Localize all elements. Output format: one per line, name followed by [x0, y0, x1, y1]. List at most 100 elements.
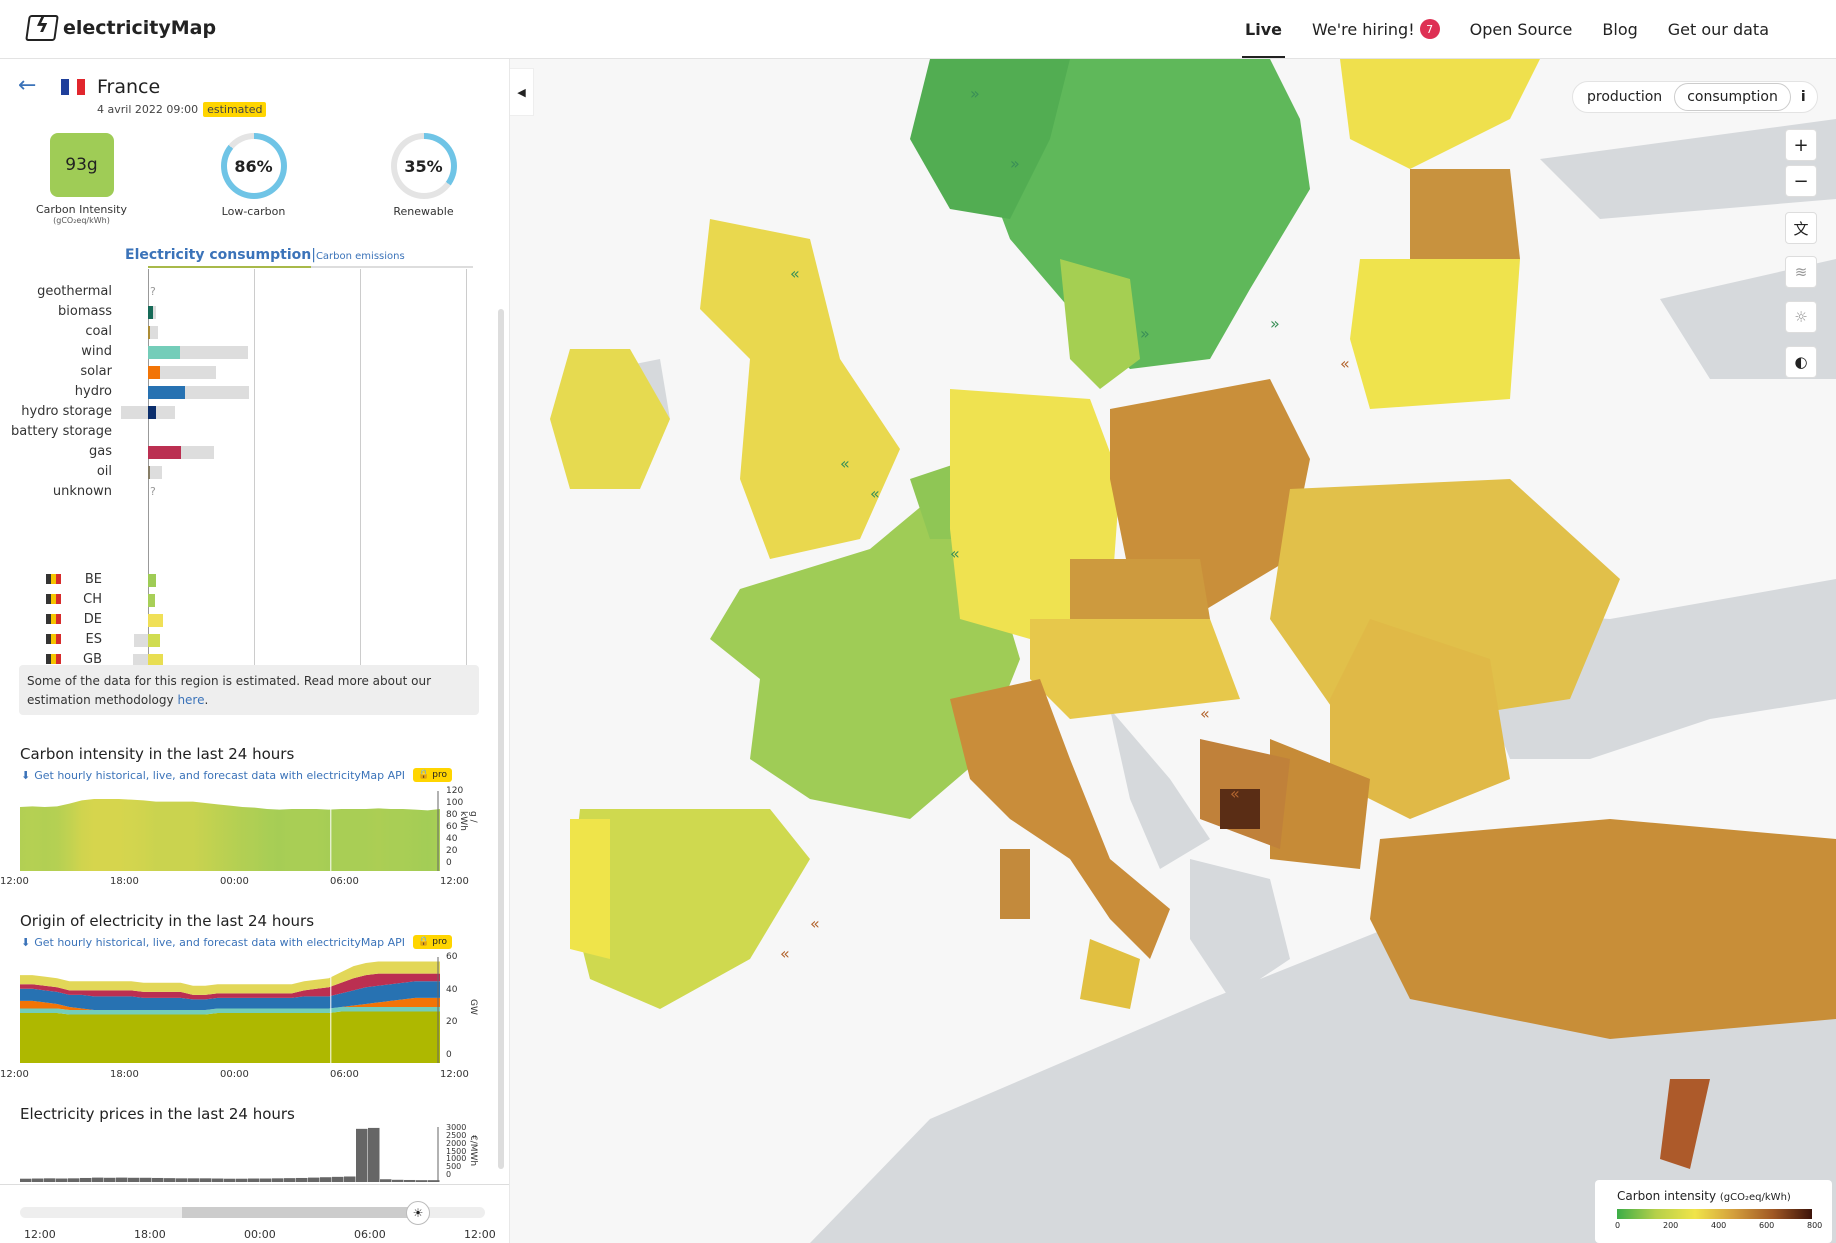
lock-icon: 🔒	[418, 937, 430, 947]
chevron-left-icon: ◀	[517, 85, 526, 99]
estimated-badge: estimated	[203, 102, 267, 117]
download-icon: ⬇	[21, 768, 31, 782]
tab-carbon-emissions[interactable]: Carbon emissions	[316, 251, 405, 262]
legend-tick: 200	[1663, 1221, 1679, 1230]
price-bar	[260, 1178, 272, 1182]
main-nav: Live We're hiring! 7 Open Source Blog Get…	[1230, 0, 1784, 59]
carbon-intensity-unit: g	[86, 155, 98, 175]
zoom-out-button[interactable]: −	[1785, 165, 1817, 197]
carbon-intensity-value: 93	[65, 155, 87, 175]
carbon-api-text: Get hourly historical, live, and forecas…	[34, 768, 406, 782]
price-chart-title: Electricity prices in the last 24 hours	[20, 1105, 295, 1123]
x-tick-label: 12:00	[0, 1069, 29, 1080]
production-row[interactable]: gas	[0, 443, 500, 461]
price-bar	[128, 1177, 140, 1182]
france-flag-icon	[61, 79, 85, 95]
tab-underline	[148, 266, 473, 268]
timeline-label: 12:00	[464, 1228, 496, 1241]
exchange-row[interactable]: CH	[0, 591, 500, 609]
translate-icon: 文	[1793, 219, 1809, 238]
tab-electricity-consumption[interactable]: Electricity consumption	[125, 247, 311, 263]
time-slider-handle-sun-icon[interactable]: ☀	[406, 1201, 430, 1225]
price-y-ticks: 3000 2500 2000 1500 1000 500 0	[446, 1123, 470, 1182]
origin-electricity-chart[interactable]	[20, 957, 440, 1063]
zoom-in-button[interactable]: +	[1785, 129, 1817, 161]
legend-gradient	[1617, 1209, 1812, 1219]
svg-text:«: «	[870, 484, 880, 503]
portugal-region	[570, 819, 610, 959]
capacity-bar	[134, 634, 148, 647]
y-tick-label: 40	[446, 834, 458, 844]
value-bar	[148, 326, 150, 339]
time-slider: ☀ 12:00 18:00 00:00 06:00 12:00	[0, 1184, 509, 1243]
estimation-note-link[interactable]: here	[177, 693, 204, 707]
map-area[interactable]: » » » » « « « « « « « « «	[510, 59, 1836, 1243]
sun-icon: ☼	[1794, 308, 1808, 326]
production-row[interactable]: oil	[0, 463, 500, 481]
price-bar	[284, 1178, 296, 1182]
back-arrow-icon[interactable]: ←	[18, 73, 36, 98]
production-row[interactable]: hydro	[0, 383, 500, 401]
toggle-consumption[interactable]: consumption	[1674, 83, 1791, 111]
electricity-price-chart[interactable]	[20, 1127, 440, 1182]
panel-scrollbar[interactable]	[498, 309, 504, 1169]
production-row[interactable]: solar	[0, 363, 500, 381]
info-button[interactable]: i	[1791, 89, 1816, 105]
toggle-production[interactable]: production	[1575, 84, 1674, 110]
production-label: wind	[81, 344, 112, 359]
price-bar	[188, 1178, 200, 1182]
exchange-row[interactable]: ES	[0, 631, 500, 649]
exchange-row[interactable]: DE	[0, 611, 500, 629]
nav-open-source[interactable]: Open Source	[1455, 0, 1588, 58]
production-label: battery storage	[11, 424, 112, 439]
collapse-panel-button[interactable]: ◀	[510, 68, 534, 116]
nav-live[interactable]: Live	[1230, 0, 1297, 58]
nav-live-label: Live	[1245, 19, 1282, 39]
production-row[interactable]: geothermal?	[0, 283, 500, 301]
svg-text:»: »	[1140, 324, 1150, 343]
x-tick-label: 12:00	[0, 876, 29, 887]
price-bar	[104, 1177, 116, 1182]
price-bar	[32, 1178, 44, 1182]
production-row[interactable]: biomass	[0, 303, 500, 321]
value-bar	[148, 346, 180, 359]
nav-hiring[interactable]: We're hiring! 7	[1297, 0, 1455, 58]
language-button[interactable]: 文	[1785, 212, 1817, 244]
app-name: electricityMap	[63, 17, 217, 39]
dark-mode-button[interactable]: ◐	[1785, 346, 1817, 378]
y-tick-label: 0	[446, 1170, 452, 1179]
exchange-label: DE	[83, 612, 102, 627]
unknown-value-icon: ?	[150, 485, 156, 498]
pro-badge: 🔒 pro	[413, 935, 452, 949]
low-carbon-label: Low-carbon	[221, 205, 286, 218]
carbon-intensity-label: Carbon Intensity	[35, 203, 127, 216]
nav-hiring-label: We're hiring!	[1312, 19, 1415, 39]
nav-blog[interactable]: Blog	[1587, 0, 1652, 58]
nav-get-data[interactable]: Get our data	[1653, 0, 1784, 58]
production-row[interactable]: hydro storage	[0, 403, 500, 421]
solar-layer-button[interactable]: ☼	[1785, 301, 1817, 333]
origin-api-link[interactable]: ⬇ Get hourly historical, live, and foreca…	[21, 935, 452, 949]
moon-icon: ◐	[1794, 353, 1808, 371]
carbon-intensity-chart[interactable]	[20, 791, 440, 871]
exchange-row[interactable]: BE	[0, 571, 500, 589]
zone-datetime: 4 avril 2022 09:00 estimated	[97, 102, 267, 117]
timeline-label: 18:00	[134, 1228, 166, 1241]
price-bar	[236, 1178, 248, 1182]
wind-layer-button[interactable]: ≋	[1785, 256, 1817, 288]
price-bar	[44, 1178, 56, 1182]
x-tick-label: 18:00	[110, 876, 139, 887]
exchange-label: ES	[85, 632, 102, 647]
svg-text:«: «	[790, 264, 800, 283]
app-logo[interactable]: electricityMap	[25, 15, 217, 41]
production-row[interactable]: wind	[0, 343, 500, 361]
legend-tick: 800	[1807, 1221, 1823, 1230]
production-row[interactable]: unknown?	[0, 483, 500, 501]
carbon-api-link[interactable]: ⬇ Get hourly historical, live, and foreca…	[21, 768, 452, 782]
carbon-unit: g / kWh	[458, 811, 478, 831]
production-row[interactable]: battery storage	[0, 423, 500, 441]
production-row[interactable]: coal	[0, 323, 500, 341]
value-bar	[148, 306, 153, 319]
europe-map[interactable]: » » » » « « « « « « « « «	[510, 59, 1836, 1243]
carbon-chart-title: Carbon intensity in the last 24 hours	[20, 745, 295, 763]
